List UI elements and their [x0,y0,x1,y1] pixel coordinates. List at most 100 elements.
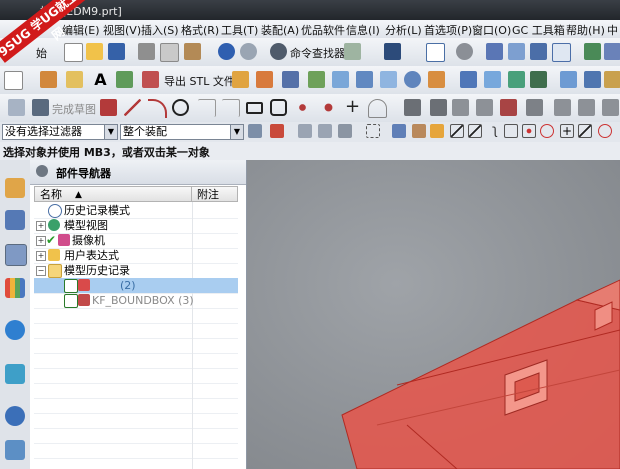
command-finder-icon[interactable] [270,43,287,60]
deselect-icon[interactable] [318,124,332,138]
sweep-icon[interactable] [308,71,325,88]
part-navigator-icon[interactable] [5,244,27,266]
mirror-icon[interactable] [476,99,493,116]
blend-icon[interactable] [404,71,421,88]
edit-feature-icon[interactable] [460,71,477,88]
spline-icon[interactable] [294,99,311,116]
menu-analysis[interactable]: 分析(L) [385,22,422,38]
circle-icon[interactable] [172,99,189,116]
make-corner-icon[interactable] [452,99,469,116]
menu-tools[interactable]: 工具(T) [221,22,258,38]
offset-icon[interactable] [508,71,525,88]
grid-icon[interactable] [426,43,445,62]
pattern-icon[interactable] [232,71,249,88]
text-icon[interactable]: A [92,71,109,88]
quick-trim-icon[interactable] [404,99,421,116]
menu-help[interactable]: 帮助(H) [566,22,605,38]
undo-icon[interactable] [218,43,235,60]
dimension-icon[interactable] [500,99,517,116]
fillet-icon[interactable] [198,99,216,117]
start-menu-label[interactable]: 始 [36,45,47,61]
snap-point-icon[interactable] [430,124,444,138]
replace-icon[interactable] [530,71,547,88]
convert-reference-icon[interactable] [602,99,619,116]
command-finder-label[interactable]: 命令查找器 [290,45,345,61]
snap-center-icon[interactable] [522,124,536,138]
reuse-library-icon[interactable] [5,278,25,298]
snap-mid-icon[interactable] [468,124,482,138]
filter-settings-icon[interactable] [248,124,262,138]
checkbox-icon[interactable] [64,279,78,293]
show-constraint-icon[interactable] [578,99,595,116]
history-icon[interactable] [5,406,25,426]
menu-edit[interactable]: 编辑(E) [62,22,100,38]
constraint-icon[interactable] [526,99,543,116]
profile-icon[interactable] [100,99,117,116]
column-header-note[interactable]: 附注 [191,186,238,202]
menu-preferences[interactable]: 首选项(P) [424,22,472,38]
cut-icon[interactable] [138,43,155,60]
menu-more[interactable]: 中 [607,22,618,38]
tree-row-model-views[interactable]: + 模型视图 [34,218,238,233]
auto-constraint-icon[interactable] [554,99,571,116]
pin-icon[interactable] [36,165,48,177]
chamfer-icon[interactable] [428,71,445,88]
menu-insert[interactable]: 插入(S) [141,22,179,38]
snap-control-icon[interactable]: ʅ [488,124,502,138]
save-icon[interactable] [108,43,125,60]
menu-assembly[interactable]: 装配(A) [261,22,299,38]
sketch-icon[interactable] [8,99,25,116]
chevron-down-icon[interactable]: ▼ [230,125,243,139]
tree-row-history-mode[interactable]: 历史记录模式 [34,203,238,218]
revolve-icon[interactable] [282,71,299,88]
boolean-icon[interactable] [332,71,349,88]
snap-end-icon[interactable] [450,124,464,138]
finish-sketch-label[interactable]: 完成草图 [52,101,96,117]
arc-icon[interactable] [148,99,167,118]
tree-row-body[interactable]: (2) [34,278,238,293]
move-face-icon[interactable] [484,71,501,88]
export-stl-icon[interactable] [142,71,159,88]
selection-filter-dropdown[interactable]: 没有选择过滤器 ▼ [2,124,118,140]
hole-icon[interactable] [356,71,373,88]
tree-row-cameras[interactable]: + ✔ 摄像机 [34,233,238,248]
rectangle-sketch-icon[interactable] [246,102,263,114]
plus-icon[interactable]: + [344,98,361,116]
menu-youpin[interactable]: 优品软件 [301,22,345,38]
snap-on-face-icon[interactable] [598,124,612,138]
snap-existing-point-icon[interactable]: + [560,124,574,138]
tree-row-model-history[interactable]: − 模型历史记录 [34,263,238,278]
copy-icon[interactable] [160,43,179,62]
snap-on-curve-icon[interactable] [578,124,592,138]
rectangle-icon[interactable] [4,71,23,90]
snap-intersection-icon[interactable] [504,124,518,138]
system-materials-icon[interactable] [5,440,25,460]
menu-gc-toolbox[interactable]: GC 工具箱 [512,22,565,38]
menu-view[interactable]: 视图(V) [103,22,141,38]
polygon-icon[interactable] [270,99,287,116]
line-icon[interactable] [124,99,141,116]
rectangle-select-icon[interactable] [366,124,380,138]
point-icon[interactable] [320,99,337,116]
collapse-icon[interactable]: − [36,266,46,276]
layer-icon[interactable] [486,43,503,60]
offset-curve-icon[interactable] [368,99,387,118]
web-browser-icon[interactable] [5,364,25,384]
finish-sketch-icon[interactable] [32,99,49,116]
paste-icon[interactable] [184,43,201,60]
select-face-icon[interactable] [412,124,426,138]
orient-icon[interactable] [456,43,473,60]
tree-row-user-expressions[interactable]: + 用户表达式 [34,248,238,263]
sync-icon[interactable] [584,71,601,88]
select-all-icon[interactable] [298,124,312,138]
checkbox-icon[interactable] [64,294,78,308]
render-icon[interactable] [584,43,601,60]
select-body-icon[interactable] [392,124,406,138]
chevron-down-icon[interactable]: ▼ [104,125,117,139]
assembly-scope-dropdown[interactable]: 整个装配 ▼ [120,124,244,140]
assembly-navigator-icon[interactable] [5,178,25,198]
select-features-icon[interactable] [270,124,284,138]
quick-extend-icon[interactable] [430,99,447,116]
export-stl-label[interactable]: 导出 STL 文件 [164,73,235,89]
shell-icon[interactable] [380,71,397,88]
